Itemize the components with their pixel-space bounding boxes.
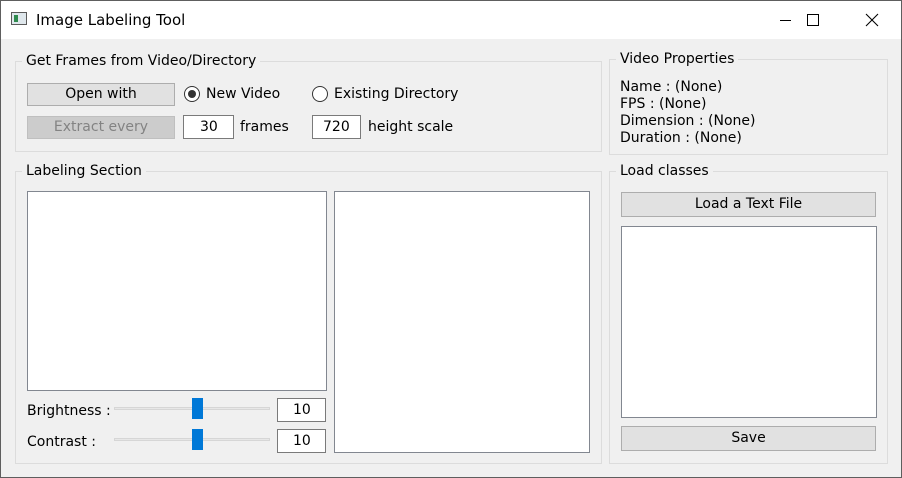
video-name: Name : (None) [620, 79, 723, 95]
load-classes-title: Load classes [616, 163, 713, 179]
maximize-icon [807, 14, 819, 26]
existing-directory-radio[interactable] [312, 86, 328, 102]
app-window: Image Labeling Tool Get Frames from Vide… [0, 0, 902, 478]
get-frames-group-title: Get Frames from Video/Directory [22, 53, 261, 69]
video-duration: Duration : (None) [620, 130, 742, 146]
open-with-button[interactable]: Open with [27, 83, 175, 106]
existing-directory-label[interactable]: Existing Directory [334, 86, 458, 102]
brightness-value[interactable]: 10 [277, 398, 326, 422]
window-title: Image Labeling Tool [36, 11, 186, 29]
label-list-panel[interactable] [334, 191, 590, 453]
image-preview-panel[interactable] [27, 191, 327, 391]
title-bar: Image Labeling Tool [1, 1, 901, 39]
close-icon [865, 13, 879, 27]
classes-list[interactable] [621, 226, 877, 418]
save-button[interactable]: Save [621, 426, 876, 451]
height-scale-input[interactable]: 720 [312, 115, 361, 139]
frames-input[interactable]: 30 [183, 115, 234, 139]
video-properties-title: Video Properties [616, 51, 739, 67]
brightness-label: Brightness : [27, 403, 111, 419]
extract-every-button[interactable]: Extract every [27, 116, 175, 139]
height-scale-label: height scale [368, 119, 454, 135]
new-video-label[interactable]: New Video [206, 86, 280, 102]
load-text-file-button[interactable]: Load a Text File [621, 192, 876, 217]
contrast-slider-thumb[interactable] [191, 429, 203, 450]
video-fps: FPS : (None) [620, 96, 707, 112]
close-button[interactable] [843, 1, 901, 39]
new-video-radio[interactable] [184, 86, 200, 102]
contrast-label: Contrast : [27, 434, 96, 450]
frames-label: frames [240, 119, 289, 135]
contrast-value[interactable]: 10 [277, 429, 326, 453]
labeling-section-title: Labeling Section [22, 163, 146, 179]
video-dimension: Dimension : (None) [620, 113, 756, 129]
app-icon [11, 12, 27, 25]
maximize-button[interactable] [784, 1, 842, 39]
brightness-slider-thumb[interactable] [191, 398, 203, 419]
